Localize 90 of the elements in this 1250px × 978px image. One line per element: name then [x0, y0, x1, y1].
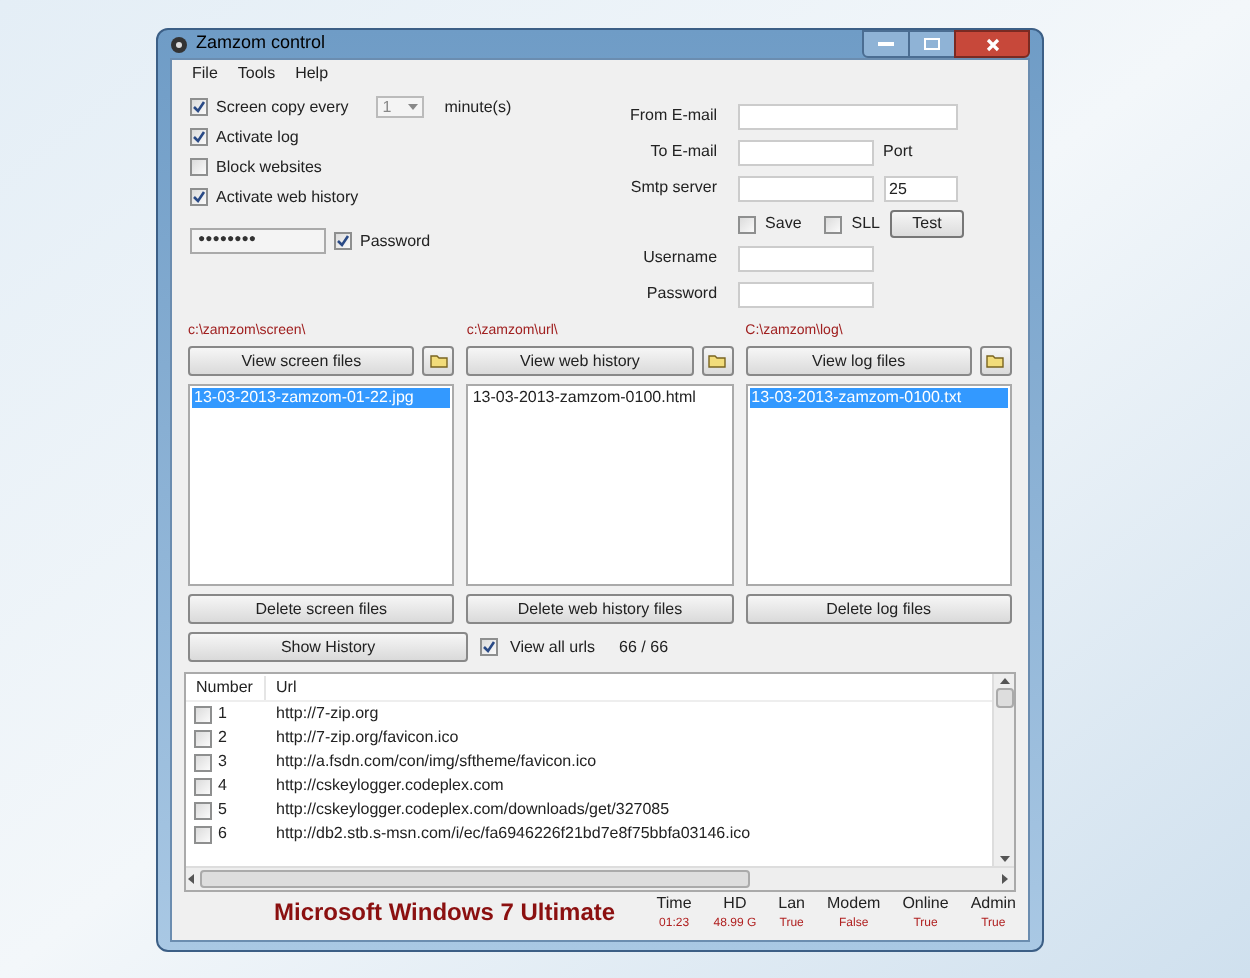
status-label: Modem: [827, 892, 881, 916]
right-arrow-icon[interactable]: [1002, 874, 1008, 884]
table-cell-text: http://7-zip.org/favicon.ico: [274, 726, 459, 750]
delete-button[interactable]: Delete web history files: [466, 594, 734, 624]
checkbox-label: Activate log: [216, 125, 299, 149]
port-field[interactable]: 25: [883, 175, 958, 201]
checkbox[interactable]: [737, 215, 756, 233]
checkbox[interactable]: [194, 825, 212, 843]
menu-item[interactable]: Help: [295, 62, 329, 86]
view-button[interactable]: View web history: [466, 346, 694, 376]
field-label: From E-mail: [627, 104, 720, 128]
checkbox-label: Password: [360, 229, 431, 253]
maximize-button[interactable]: [910, 30, 954, 58]
url-count: 66 / 66: [619, 635, 669, 659]
table-cell: 4: [218, 774, 227, 798]
checkbox[interactable]: [190, 98, 208, 116]
column-header[interactable]: Url: [266, 675, 297, 699]
table-cell-text: http://db2.stb.s-msn.com/i/ec/fa6946226f21bd7e8f75bbfa03146.ico: [274, 822, 751, 846]
checkbox[interactable]: [480, 638, 498, 656]
left-arrow-icon[interactable]: [188, 874, 194, 884]
text-field[interactable]: [737, 281, 874, 307]
close-icon: [985, 37, 999, 51]
table-cell: 2: [218, 726, 227, 750]
app-icon: [170, 35, 188, 53]
view-button[interactable]: View log files: [745, 346, 972, 376]
folder-icon: [708, 354, 727, 368]
close-button[interactable]: [954, 30, 1030, 58]
folder-button[interactable]: [422, 346, 455, 376]
text-field[interactable]: [737, 139, 874, 165]
delete-button[interactable]: Delete screen files: [188, 594, 455, 624]
checkbox[interactable]: [194, 777, 212, 795]
horizontal-scrollbar[interactable]: [186, 866, 1014, 890]
text-field[interactable]: [737, 245, 874, 271]
menu-item[interactable]: Tools: [237, 62, 276, 86]
os-name: Microsoft Windows 7 Ultimate: [274, 896, 616, 930]
table-cell: 5: [218, 798, 227, 822]
test-button[interactable]: Test: [890, 210, 964, 238]
checkbox-label: Block websites: [216, 155, 322, 179]
folder-icon: [986, 354, 1005, 368]
column-header[interactable]: Number: [186, 675, 266, 699]
checkbox[interactable]: [194, 801, 212, 819]
checkbox-label: Activate web history: [216, 185, 359, 209]
checkbox[interactable]: [190, 128, 208, 146]
status-label: Time: [656, 892, 692, 916]
folder-button[interactable]: [979, 346, 1012, 376]
table-cell: 6: [218, 822, 227, 846]
field-label: Smtp server: [628, 176, 720, 200]
show-history-button[interactable]: Show History: [188, 632, 468, 662]
status-label: Lan: [778, 892, 805, 916]
menu-item[interactable]: File: [192, 62, 218, 86]
folder-icon: [429, 354, 448, 368]
status-label: Online: [902, 892, 949, 916]
down-arrow-icon[interactable]: [999, 856, 1009, 862]
vertical-scrollbar[interactable]: [992, 674, 1014, 866]
checkbox-label: SLL: [851, 212, 880, 236]
checkbox[interactable]: [194, 705, 212, 723]
checkbox[interactable]: [190, 188, 208, 206]
scroll-thumb[interactable]: [995, 688, 1013, 708]
scroll-thumb[interactable]: [200, 870, 750, 888]
list-entry[interactable]: 13-03-2013-zamzom-0100.html: [470, 388, 730, 408]
table-cell-text: http://7-zip.org: [274, 702, 379, 726]
checkbox[interactable]: [823, 215, 842, 233]
status-label: HD: [723, 892, 747, 916]
table-cell: 3: [218, 750, 227, 774]
field-label: Username: [641, 246, 720, 270]
field-label: To E-mail: [648, 140, 720, 164]
unit-label: minute(s): [444, 95, 512, 119]
table-cell-text: http://cskeylogger.codeplex.com/downloads/get/327085: [274, 798, 670, 822]
caret-icon: [408, 104, 419, 110]
checkbox[interactable]: [334, 232, 352, 250]
view-button[interactable]: View screen files: [188, 346, 415, 376]
text-field[interactable]: [737, 175, 874, 201]
delete-button[interactable]: Delete log files: [745, 594, 1012, 624]
checkbox[interactable]: [194, 753, 212, 771]
status-label: Admin: [970, 892, 1016, 916]
text-field[interactable]: [737, 103, 958, 129]
field-label: Port: [883, 140, 913, 164]
table-cell-text: http://cskeylogger.codeplex.com: [274, 774, 504, 798]
checkbox[interactable]: [194, 729, 212, 747]
checkbox-label: View all urls: [510, 635, 596, 659]
up-arrow-icon[interactable]: [999, 678, 1009, 684]
table-cell-text: http://a.fsdn.com/con/img/sftheme/favicon.ico: [274, 750, 597, 774]
checkbox-label: Save: [765, 212, 802, 236]
window-title: Zamzom control: [196, 30, 326, 57]
checkbox-label: Screen copy every: [216, 95, 349, 119]
field-label: Password: [644, 282, 720, 306]
minimize-button[interactable]: [862, 30, 910, 58]
table-cell: 1: [218, 702, 227, 726]
checkbox[interactable]: [190, 158, 208, 176]
folder-button[interactable]: [701, 346, 734, 376]
